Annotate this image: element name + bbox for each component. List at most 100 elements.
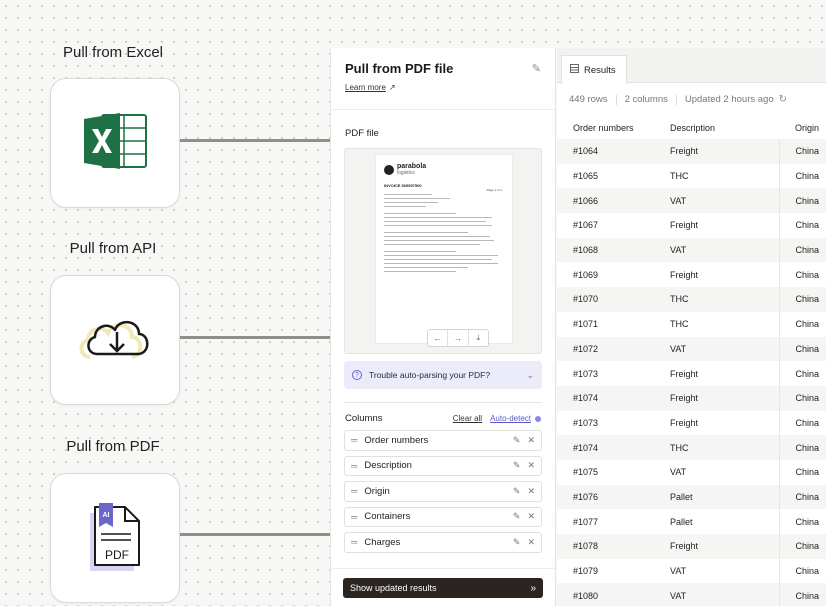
- table-cell[interactable]: China: [779, 459, 826, 485]
- table-cell[interactable]: #1073: [557, 410, 656, 436]
- table-row: #1069 Freight China: [557, 262, 826, 288]
- table-cell[interactable]: VAT: [656, 336, 780, 362]
- remove-column-close-icon[interactable]: ✕: [527, 537, 535, 548]
- column-item[interactable]: ═ Origin ✎ ✕: [344, 481, 542, 502]
- table-cell[interactable]: China: [779, 534, 826, 559]
- table-cell[interactable]: Freight: [656, 410, 780, 436]
- table-cell[interactable]: China: [779, 336, 826, 362]
- table-cell[interactable]: THC: [656, 287, 780, 312]
- table-cell[interactable]: Freight: [656, 262, 780, 288]
- drag-handle-icon[interactable]: ═: [351, 537, 357, 547]
- drag-handle-icon[interactable]: ═: [351, 435, 357, 445]
- trouble-parsing-accordion[interactable]: ? Trouble auto-parsing your PDF? ⌄: [344, 361, 542, 389]
- edit-column-pencil-icon[interactable]: ✎: [513, 486, 521, 497]
- table-cell[interactable]: China: [779, 188, 826, 214]
- table-cell[interactable]: VAT: [656, 583, 780, 606]
- table-cell[interactable]: THC: [656, 435, 780, 460]
- table-cell[interactable]: VAT: [656, 188, 780, 214]
- remove-column-close-icon[interactable]: ✕: [527, 435, 535, 446]
- drag-handle-icon[interactable]: ═: [351, 512, 357, 522]
- drag-handle-icon[interactable]: ═: [351, 486, 357, 496]
- remove-column-close-icon[interactable]: ✕: [527, 511, 535, 522]
- table-cell[interactable]: China: [779, 558, 826, 584]
- column-header[interactable]: Order numbers: [557, 116, 656, 139]
- table-cell[interactable]: China: [779, 213, 826, 238]
- pdf-preview[interactable]: parabola logistics INVOICE 565597500 Pag…: [344, 148, 542, 354]
- table-cell[interactable]: #1068: [557, 237, 656, 263]
- edit-column-pencil-icon[interactable]: ✎: [513, 537, 521, 548]
- table-cell[interactable]: #1074: [557, 385, 656, 411]
- drag-handle-icon[interactable]: ═: [351, 461, 357, 471]
- table-cell[interactable]: China: [779, 287, 826, 312]
- table-cell[interactable]: VAT: [656, 459, 780, 485]
- table-cell[interactable]: #1071: [557, 311, 656, 337]
- table-cell[interactable]: China: [779, 237, 826, 263]
- table-cell[interactable]: #1066: [557, 188, 656, 214]
- table-cell[interactable]: VAT: [656, 237, 780, 263]
- excel-step-card[interactable]: [50, 78, 180, 208]
- show-updated-results-button[interactable]: Show updated results »: [343, 578, 543, 598]
- table-cell[interactable]: China: [779, 509, 826, 534]
- table-cell[interactable]: Pallet: [656, 509, 780, 534]
- table-cell[interactable]: Freight: [656, 534, 780, 559]
- column-item[interactable]: ═ Containers ✎ ✕: [344, 506, 542, 527]
- results-table-wrapper[interactable]: Order numbers Description Origin #1064 Fr…: [557, 116, 826, 606]
- table-cell[interactable]: China: [779, 361, 826, 386]
- table-cell[interactable]: #1069: [557, 262, 656, 288]
- edit-column-pencil-icon[interactable]: ✎: [513, 460, 521, 471]
- edit-column-pencil-icon[interactable]: ✎: [513, 435, 521, 446]
- table-cell[interactable]: #1073: [557, 361, 656, 386]
- table-icon: [570, 64, 579, 76]
- download-icon[interactable]: ⤓: [469, 330, 488, 346]
- table-cell[interactable]: China: [779, 385, 826, 411]
- table-cell[interactable]: #1075: [557, 459, 656, 485]
- edit-column-pencil-icon[interactable]: ✎: [513, 511, 521, 522]
- table-cell[interactable]: THC: [656, 311, 780, 337]
- table-cell[interactable]: Freight: [656, 361, 780, 386]
- api-step-card[interactable]: [50, 275, 180, 405]
- column-item[interactable]: ═ Charges ✎ ✕: [344, 532, 542, 553]
- table-cell[interactable]: #1080: [557, 583, 656, 606]
- table-cell[interactable]: China: [779, 163, 826, 189]
- table-cell[interactable]: THC: [656, 163, 780, 189]
- external-link-icon: ↗: [388, 83, 396, 92]
- table-cell[interactable]: #1067: [557, 213, 656, 238]
- table-cell[interactable]: #1065: [557, 163, 656, 189]
- table-cell[interactable]: #1078: [557, 534, 656, 559]
- table-cell[interactable]: China: [779, 262, 826, 288]
- refresh-icon[interactable]: ↻: [779, 94, 787, 105]
- table-cell[interactable]: #1070: [557, 287, 656, 312]
- remove-column-close-icon[interactable]: ✕: [527, 460, 535, 471]
- table-cell[interactable]: Freight: [656, 213, 780, 238]
- prev-page-arrow-icon[interactable]: ←: [428, 330, 449, 346]
- table-cell[interactable]: #1076: [557, 484, 656, 510]
- table-cell[interactable]: China: [779, 583, 826, 606]
- table-cell[interactable]: #1079: [557, 558, 656, 584]
- clear-all-link[interactable]: Clear all: [453, 414, 482, 423]
- learn-more-link[interactable]: Learn more ↗: [345, 83, 396, 92]
- table-cell[interactable]: China: [779, 410, 826, 436]
- column-item[interactable]: ═ Order numbers ✎ ✕: [344, 430, 542, 451]
- table-cell[interactable]: Freight: [656, 385, 780, 411]
- edit-title-pencil-icon[interactable]: ✎: [532, 62, 541, 75]
- table-cell[interactable]: Freight: [656, 139, 780, 164]
- column-item[interactable]: ═ Description ✎ ✕: [344, 455, 542, 476]
- table-cell[interactable]: #1064: [557, 139, 656, 164]
- column-header[interactable]: Origin: [779, 116, 826, 139]
- table-cell[interactable]: VAT: [656, 558, 780, 584]
- table-cell[interactable]: China: [779, 139, 826, 164]
- tab-results[interactable]: Results: [561, 55, 627, 84]
- table-cell[interactable]: #1072: [557, 336, 656, 362]
- table-cell[interactable]: China: [779, 484, 826, 510]
- table-cell[interactable]: #1074: [557, 435, 656, 460]
- table-cell[interactable]: China: [779, 311, 826, 337]
- table-cell[interactable]: #1077: [557, 509, 656, 534]
- pdf-step-card[interactable]: AI PDF: [50, 473, 180, 603]
- excel-icon: [82, 111, 148, 176]
- remove-column-close-icon[interactable]: ✕: [527, 486, 535, 497]
- column-header[interactable]: Description: [656, 116, 779, 139]
- auto-detect-link[interactable]: Auto-detect: [490, 414, 531, 423]
- next-page-arrow-icon[interactable]: →: [448, 330, 469, 346]
- table-cell[interactable]: Pallet: [656, 484, 780, 510]
- table-cell[interactable]: China: [779, 435, 826, 460]
